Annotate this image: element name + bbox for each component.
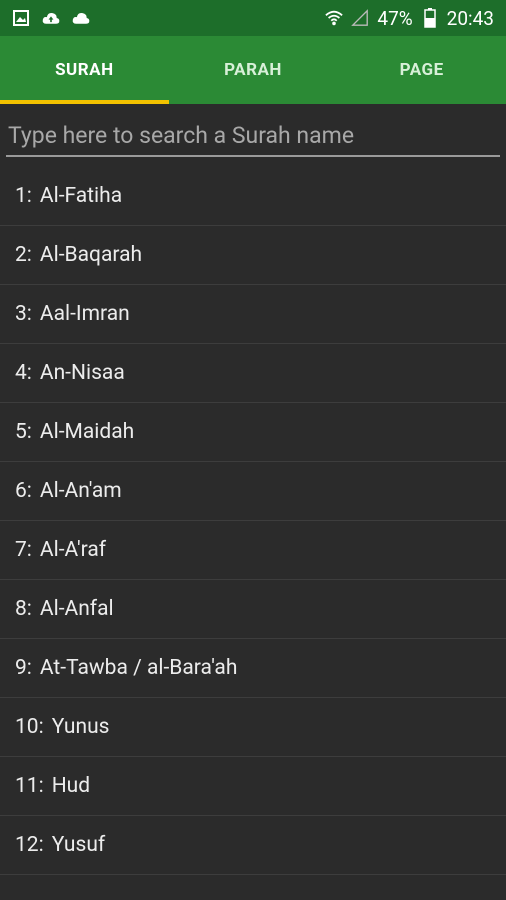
surah-name: Aal-Imran [39, 302, 130, 326]
battery-icon [421, 8, 439, 28]
surah-number: 6: [15, 479, 32, 503]
cloud-upload-icon [42, 9, 60, 27]
surah-number: 4: [15, 361, 32, 385]
surah-name: Al-An'am [39, 479, 122, 503]
list-item[interactable]: 5: Al-Maidah [0, 403, 506, 462]
list-item[interactable]: 10: Yunus [0, 698, 506, 757]
status-bar-right: 47% 20:43 [325, 7, 494, 30]
image-icon [12, 9, 30, 27]
surah-name: Al-Maidah [39, 420, 135, 444]
list-item[interactable]: 3: Aal-Imran [0, 285, 506, 344]
tab-parah[interactable]: PARAH [169, 36, 338, 104]
cloud-icon [72, 9, 90, 27]
surah-name: Al-Baqarah [39, 243, 143, 267]
surah-number: 5: [15, 420, 32, 444]
wifi-icon [325, 9, 344, 27]
surah-number: 12: [15, 833, 44, 857]
surah-number: 2: [15, 243, 32, 267]
battery-percent: 47% [377, 6, 413, 30]
status-bar: 47% 20:43 [0, 0, 506, 36]
clock: 20:43 [446, 6, 494, 30]
surah-number: 1: [15, 184, 32, 208]
tab-surah[interactable]: SURAH [0, 36, 169, 104]
surah-name: Yusuf [51, 833, 106, 857]
surah-number: 10: [15, 715, 44, 739]
tab-page[interactable]: PAGE [337, 36, 506, 104]
search-input[interactable] [6, 120, 500, 157]
surah-name: An-Nisaa [39, 361, 125, 385]
list-item[interactable]: 7: Al-A'raf [0, 521, 506, 580]
surah-name: Al-Fatiha [39, 184, 123, 208]
list-item[interactable]: 11: Hud [0, 757, 506, 816]
surah-number: 11: [15, 774, 44, 798]
surah-number: 3: [15, 302, 32, 326]
tab-bar: SURAH PARAH PAGE [0, 36, 506, 104]
status-bar-left [12, 9, 90, 27]
surah-name: Yunus [51, 715, 110, 739]
list-item[interactable]: 9: At-Tawba / al-Bara'ah [0, 639, 506, 698]
search-container [0, 104, 506, 157]
surah-name: Al-A'raf [39, 538, 107, 562]
list-item[interactable]: 1: Al-Fatiha [0, 167, 506, 226]
surah-name: At-Tawba / al-Bara'ah [39, 656, 238, 680]
list-item[interactable]: 12: Yusuf [0, 816, 506, 875]
surah-list: 1: Al-Fatiha 2: Al-Baqarah 3: Aal-Imran 4: A… [0, 167, 506, 875]
signal-icon [351, 9, 369, 27]
list-item[interactable]: 6: Al-An'am [0, 462, 506, 521]
list-item[interactable]: 2: Al-Baqarah [0, 226, 506, 285]
surah-number: 7: [15, 538, 32, 562]
surah-name: Al-Anfal [39, 597, 114, 621]
surah-name: Hud [51, 774, 91, 798]
surah-number: 9: [15, 656, 32, 680]
surah-number: 8: [15, 597, 32, 621]
list-item[interactable]: 8: Al-Anfal [0, 580, 506, 639]
list-item[interactable]: 4: An-Nisaa [0, 344, 506, 403]
